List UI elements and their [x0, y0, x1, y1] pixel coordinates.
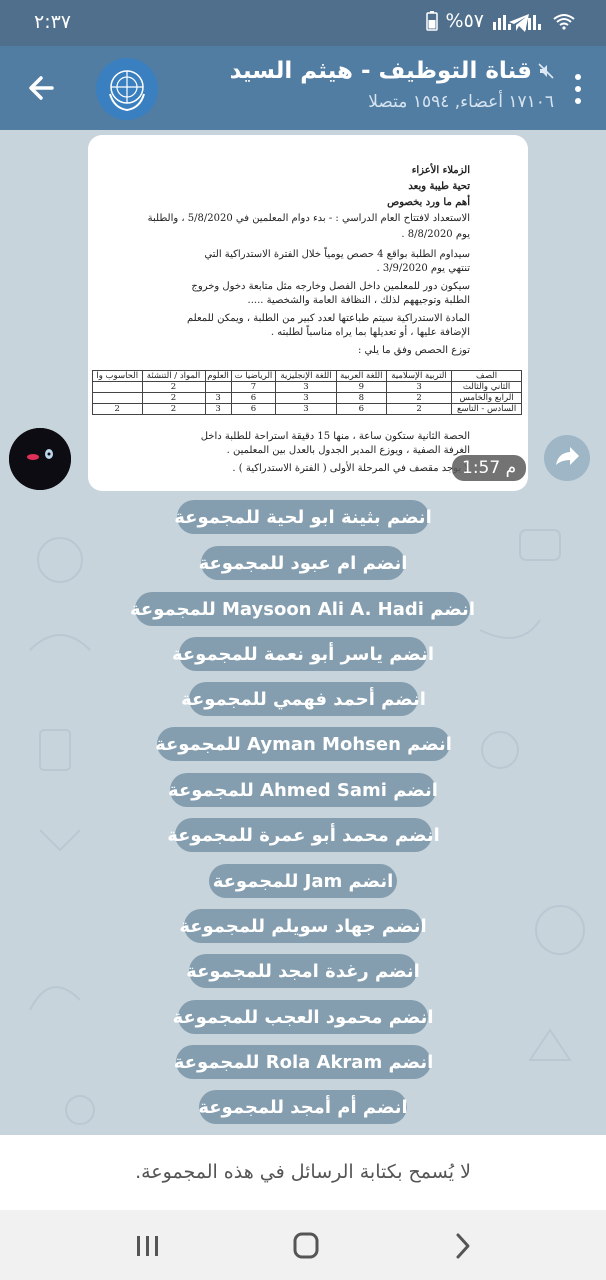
recent-apps-icon[interactable] [130, 1229, 166, 1263]
doc-line: الحصة الثانية ستكون ساعة ، منها 15 دقيقة… [200, 431, 470, 442]
doc-line: سيداوم الطلبة بواقع 4 حصص يومياً خلال ال… [204, 249, 470, 260]
table-header-cell: التربية الإسلامية [385, 370, 453, 382]
document-photo[interactable]: الزملاء الأعزاء تحية طيبة وبعد أهم ما ور… [88, 135, 528, 491]
battery-percent: %٥٧ [445, 10, 484, 32]
table-cell: 6 [335, 403, 387, 415]
mute-icon [538, 63, 554, 79]
message-bubble[interactable]: الزملاء الأعزاء تحية طيبة وبعد أهم ما ور… [88, 135, 528, 491]
status-time: ٢:٣٧ [34, 11, 72, 33]
table-cell: 6 [230, 392, 277, 404]
status-bar: ٢:٣٧ %٥٧ [0, 0, 606, 46]
table-cell: الثاني والثالث [451, 381, 522, 393]
table-cell [92, 381, 143, 393]
table-cell: 3 [275, 403, 337, 415]
table-cell: 9 [335, 381, 387, 393]
table-cell: 3 [204, 403, 232, 415]
chat-area[interactable]: الزملاء الأعزاء تحية طيبة وبعد أهم ما ور… [0, 130, 606, 1135]
wifi-icon [553, 14, 575, 30]
table-cell: 3 [275, 381, 337, 393]
doc-line: تحية طيبة وبعد [408, 181, 470, 192]
join-notice-pill[interactable]: انضم محمد أبو عمرة للمجموعة [167, 818, 440, 852]
table-row: الرابع والخامس 2 8 3 6 3 2 [92, 392, 522, 404]
join-notice-pill[interactable]: انضم Jam للمجموعة [209, 864, 397, 898]
table-header-cell: المواد / التنشئة [141, 370, 206, 382]
join-notice-pill[interactable]: انضم بثينة ابو لحية للمجموعة [174, 500, 432, 534]
table-header-cell: اللغة العربية [335, 370, 387, 382]
message-time-badge: 1:57 م [452, 455, 527, 481]
table-cell: 3 [385, 381, 453, 393]
table-cell: السادس - التاسع [451, 403, 522, 415]
more-options-icon[interactable] [572, 72, 584, 106]
chat-header: قناة التوظيف - هيثم السيد ١٧١٠٦ أعضاء, ١… [0, 46, 606, 130]
channel-title-text: قناة التوظيف - هيثم السيد [229, 58, 532, 84]
table-cell: 2 [141, 381, 206, 393]
table-header-cell: الرياضيا ت [230, 370, 277, 382]
channel-avatar[interactable] [96, 58, 158, 120]
doc-line: أهم ما ورد بخصوص [387, 197, 470, 208]
table-cell: 2 [141, 392, 206, 404]
doc-line: المادة الاستدراكية سيتم طباعتها لعدد كبي… [187, 313, 470, 324]
table-cell: الرابع والخامس [451, 392, 522, 404]
share-arrow-icon [556, 447, 579, 465]
join-notice-pill[interactable]: انضم محمود العجب للمجموعة [172, 1000, 434, 1034]
doc-line: الاستعداد لافتتاح العام الدراسي : - بدء … [147, 213, 470, 224]
table-cell: 7 [230, 381, 277, 393]
schedule-table: الصف التربية الإسلامية اللغة العربية الل… [92, 370, 522, 415]
table-header-cell: العلوم [204, 370, 232, 382]
table-cell: 6 [230, 403, 277, 415]
system-nav-bar [0, 1210, 606, 1280]
back-arrow-icon[interactable] [22, 68, 62, 108]
doc-line: يوم 8/8/2020 . [401, 229, 470, 240]
doc-line: الإضافة عليها ، أو تعديلها بما يراه مناس… [270, 327, 470, 338]
doc-line: الزملاء الأعزاء [411, 165, 470, 176]
join-notice-pill[interactable]: انضم ياسر أبو نعمة للمجموعة [172, 637, 434, 671]
composer-notice: لا يُسمح بكتابة الرسائل في هذه المجموعة. [0, 1135, 606, 1210]
home-icon[interactable] [288, 1229, 324, 1263]
table-cell: 2 [92, 403, 143, 415]
table-cell: 2 [385, 392, 453, 404]
join-notice-pill[interactable]: انضم جهاد سويلم للمجموعة [179, 909, 427, 943]
join-notice-pill[interactable]: انضم Rola Akram للمجموعة [174, 1045, 433, 1079]
table-header-cell: الحاسوب وا [92, 370, 143, 382]
doc-line: الطلبة وتوجيههم لذلك ، النظافة العامة وا… [247, 295, 470, 306]
table-row: السادس - التاسع 2 6 3 6 3 2 2 [92, 403, 522, 415]
join-notice-pill[interactable]: انضم أم أمجد للمجموعة [198, 1090, 408, 1124]
join-notice-pill[interactable]: انضم رغدة امجد للمجموعة [186, 954, 420, 988]
table-cell: 3 [275, 392, 337, 404]
table-cell: 8 [335, 392, 387, 404]
table-cell: 2 [141, 403, 206, 415]
channel-title[interactable]: قناة التوظيف - هيثم السيد [230, 58, 554, 84]
doc-line: تنتهي يوم 3/9/2020 . [376, 263, 470, 274]
doc-line: الغرفة الصفية ، ويوزع المدير الجدول بالع… [226, 445, 470, 456]
table-row: الثاني والثالث 3 9 3 7 2 [92, 381, 522, 393]
telegram-icon [509, 14, 529, 32]
channel-subtitle: ١٧١٠٦ أعضاء, ١٥٩٤ متصلا [368, 92, 554, 112]
status-icons: %٥٧ [425, 10, 576, 32]
doc-line: توزع الحصص وفق ما يلي : [358, 345, 470, 356]
sender-avatar[interactable] [9, 428, 71, 490]
sender-avatar-image [9, 428, 71, 490]
un-emblem-icon [96, 58, 158, 120]
join-notice-pill[interactable]: انضم Maysoon Ali A. Hadi للمجموعة [130, 592, 475, 626]
share-button[interactable] [544, 435, 590, 481]
table-cell: 2 [385, 403, 453, 415]
join-notice-pill[interactable]: انضم ام عبود للمجموعة [199, 546, 407, 580]
table-header-row: الصف التربية الإسلامية اللغة العربية الل… [92, 370, 522, 382]
battery-icon [425, 11, 438, 31]
table-cell [204, 381, 232, 393]
doc-line: لا يوجد مقصف في المرحلة الأولى ( الفترة … [232, 463, 470, 474]
table-header-cell: اللغة الإنجليزية [275, 370, 337, 382]
join-notice-pill[interactable]: انضم أحمد فهمي للمجموعة [181, 682, 426, 716]
table-cell [92, 392, 143, 404]
join-notice-pill[interactable]: انضم Ayman Mohsen للمجموعة [155, 727, 452, 761]
join-notice-pill[interactable]: انضم Ahmed Sami للمجموعة [168, 773, 438, 807]
back-nav-icon[interactable] [446, 1229, 482, 1263]
doc-line: سيكون دور للمعلمين داخل الفصل وخارجه مثل… [191, 281, 470, 292]
table-header-cell: الصف [451, 370, 522, 382]
table-cell: 3 [204, 392, 232, 404]
